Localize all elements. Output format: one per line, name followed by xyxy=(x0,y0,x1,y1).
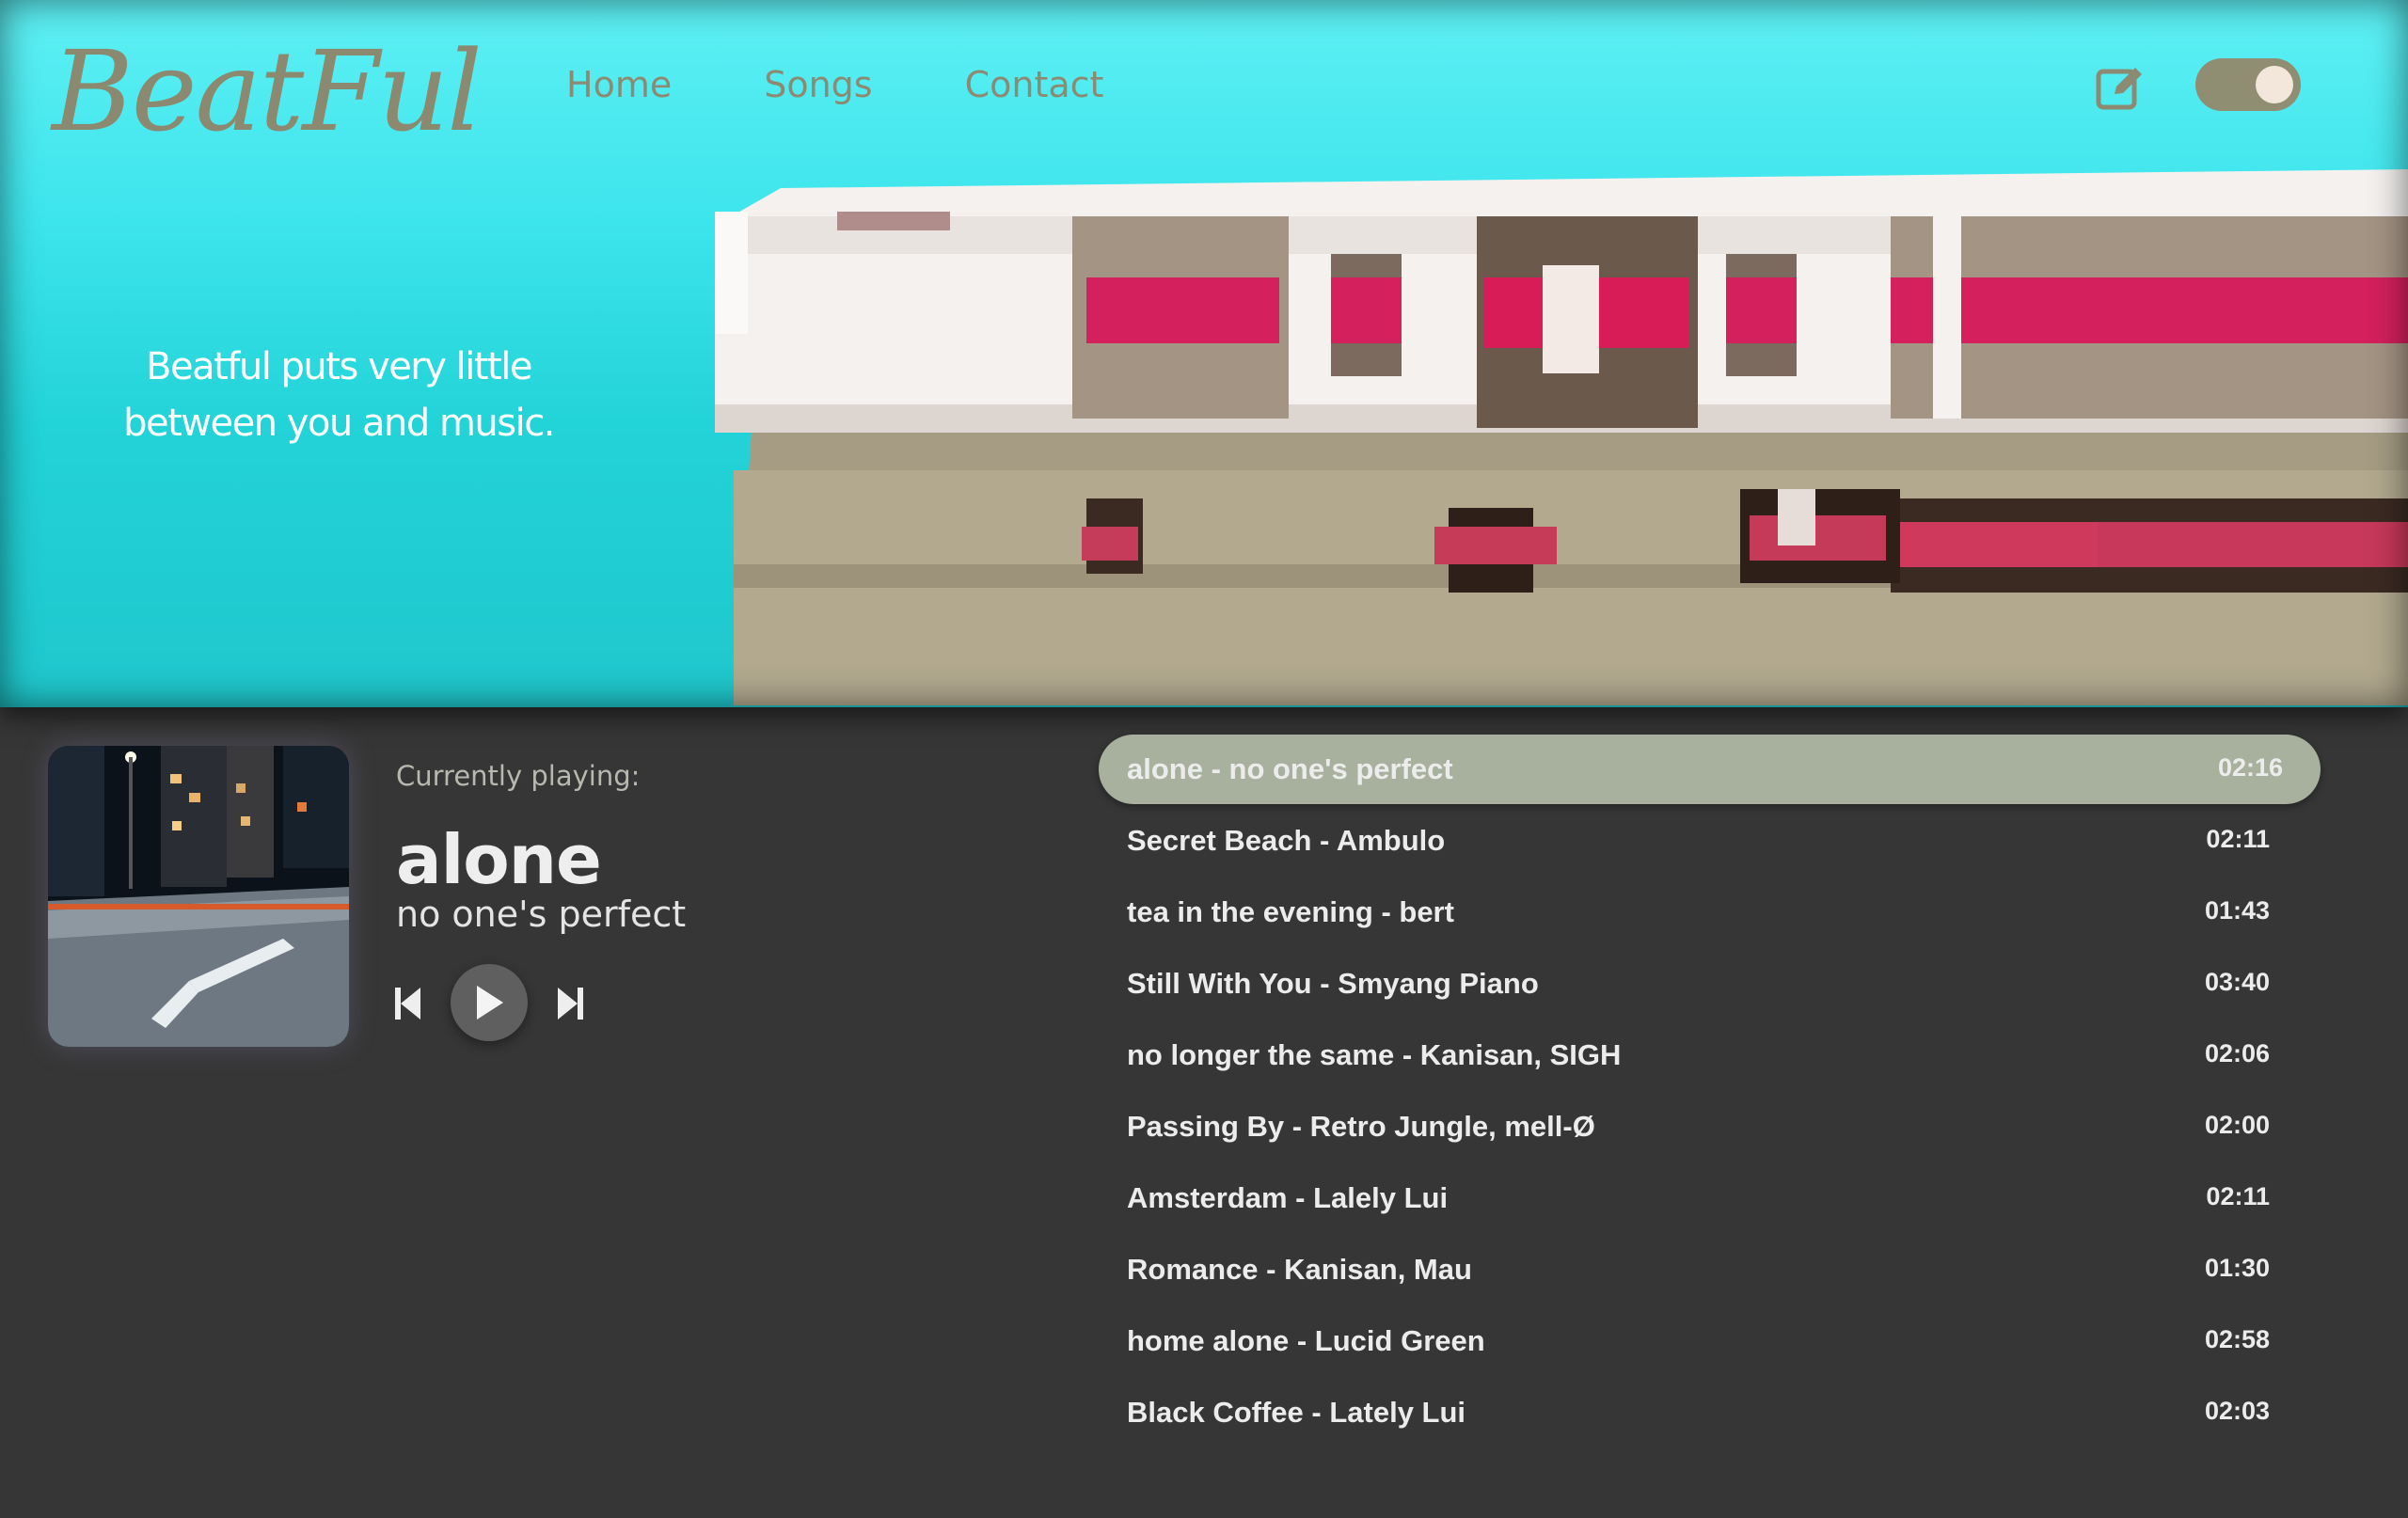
track-duration: 02:16 xyxy=(2217,753,2283,782)
currently-playing-label: Currently playing: xyxy=(396,760,641,792)
now-playing-title: alone xyxy=(396,820,602,899)
track-row[interactable]: tea in the evening - bert 01:43 xyxy=(1099,878,2321,947)
track-row[interactable]: home alone - Lucid Green 02:58 xyxy=(1099,1306,2321,1376)
main-nav: Home Songs Contact xyxy=(566,64,1103,105)
track-name: Black Coffee - Lately Lui xyxy=(1127,1396,1466,1429)
now-playing-artist: no one's perfect xyxy=(396,893,687,935)
track-row[interactable]: Still With You - Smyang Piano 03:40 xyxy=(1099,949,2321,1019)
track-name: Secret Beach - Ambulo xyxy=(1127,824,1446,857)
tagline-line-1: Beatful puts very little xyxy=(146,345,532,388)
theme-toggle[interactable] xyxy=(2195,58,2301,111)
track-name: Amsterdam - Lalely Lui xyxy=(1127,1181,1449,1214)
track-row[interactable]: no longer the same - Kanisan, SIGH 02:06 xyxy=(1099,1020,2321,1090)
track-duration: 02:06 xyxy=(2204,1039,2270,1067)
track-duration: 02:11 xyxy=(2206,1182,2270,1210)
skip-back-icon[interactable] xyxy=(395,988,421,1020)
track-duration: 02:00 xyxy=(2204,1111,2270,1139)
track-row[interactable]: alone - no one's perfect 02:16 xyxy=(1099,735,2321,804)
skip-forward-icon[interactable] xyxy=(557,988,583,1020)
track-duration: 01:30 xyxy=(2204,1254,2270,1282)
track-duration: 02:03 xyxy=(2204,1397,2270,1425)
toggle-knob xyxy=(2256,66,2293,103)
track-row[interactable]: Amsterdam - Lalely Lui 02:11 xyxy=(1099,1163,2321,1233)
track-duration: 01:43 xyxy=(2204,896,2270,925)
track-duration: 02:58 xyxy=(2204,1325,2270,1353)
track-row[interactable]: Black Coffee - Lately Lui 02:03 xyxy=(1099,1378,2321,1447)
cassette-image xyxy=(715,169,2408,705)
brand-logo[interactable]: BeatFul xyxy=(52,26,483,156)
nav-songs-link[interactable]: Songs xyxy=(764,64,872,105)
track-name: Passing By - Retro Jungle, mell-Ø xyxy=(1127,1110,1595,1143)
track-duration: 03:40 xyxy=(2204,968,2270,996)
track-name: Romance - Kanisan, Mau xyxy=(1127,1253,1472,1286)
play-button[interactable] xyxy=(451,964,528,1041)
track-duration: 02:11 xyxy=(2206,825,2270,853)
playlist: alone - no one's perfect 02:16 Secret Be… xyxy=(1099,735,2321,1449)
track-name: tea in the evening - bert xyxy=(1127,895,1454,928)
track-row[interactable]: Secret Beach - Ambulo 02:11 xyxy=(1099,806,2321,876)
hero-banner: BeatFul Home Songs Contact Beatful puts … xyxy=(0,0,2408,707)
edit-icon[interactable] xyxy=(2094,60,2147,113)
track-name: Still With You - Smyang Piano xyxy=(1127,967,1539,1000)
nav-home-link[interactable]: Home xyxy=(566,64,672,105)
hero-tagline: Beatful puts very little between you and… xyxy=(66,339,611,451)
track-row[interactable]: Passing By - Retro Jungle, mell-Ø 02:00 xyxy=(1099,1092,2321,1162)
album-cover xyxy=(48,746,349,1047)
track-name: no longer the same - Kanisan, SIGH xyxy=(1127,1038,1622,1071)
track-name: alone - no one's perfect xyxy=(1127,752,1453,785)
track-row[interactable]: Romance - Kanisan, Mau 01:30 xyxy=(1099,1235,2321,1305)
tagline-line-2: between you and music. xyxy=(123,402,555,445)
play-icon xyxy=(477,986,503,1020)
track-name: home alone - Lucid Green xyxy=(1127,1324,1485,1357)
nav-contact-link[interactable]: Contact xyxy=(965,64,1104,105)
